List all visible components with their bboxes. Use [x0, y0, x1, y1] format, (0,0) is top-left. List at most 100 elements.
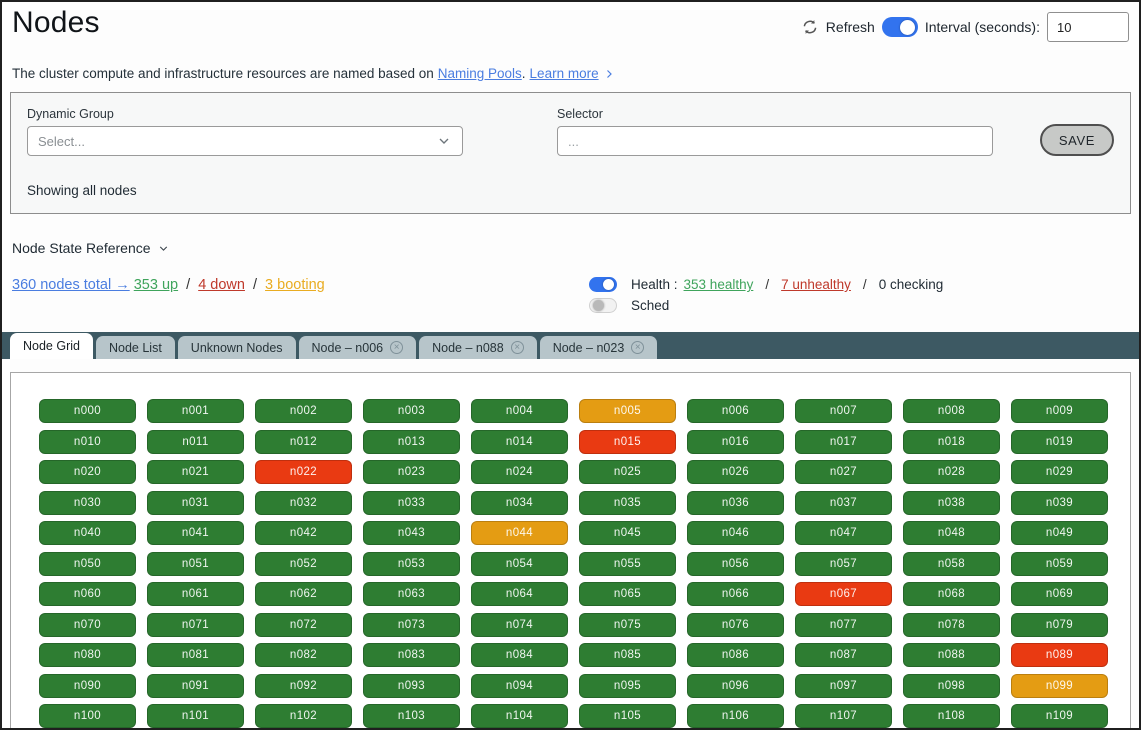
learn-more-link[interactable]: Learn more [530, 66, 599, 81]
tab-node-n006[interactable]: Node – n006× [299, 336, 417, 359]
node-n096[interactable]: n096 [687, 674, 784, 698]
node-n072[interactable]: n072 [255, 613, 352, 637]
node-n046[interactable]: n046 [687, 521, 784, 545]
node-n036[interactable]: n036 [687, 491, 784, 515]
node-n004[interactable]: n004 [471, 399, 568, 423]
save-button[interactable]: SAVE [1040, 124, 1114, 156]
node-n106[interactable]: n106 [687, 704, 784, 728]
node-n080[interactable]: n080 [39, 643, 136, 667]
tab-node-grid[interactable]: Node Grid [10, 333, 93, 359]
node-n064[interactable]: n064 [471, 582, 568, 606]
node-n104[interactable]: n104 [471, 704, 568, 728]
health-toggle[interactable] [589, 277, 617, 292]
node-n032[interactable]: n032 [255, 491, 352, 515]
node-n053[interactable]: n053 [363, 552, 460, 576]
node-n057[interactable]: n057 [795, 552, 892, 576]
nodes-booting-link[interactable]: 3 booting [265, 277, 325, 293]
node-n013[interactable]: n013 [363, 430, 460, 454]
tab-node-list[interactable]: Node List [96, 336, 175, 359]
node-n041[interactable]: n041 [147, 521, 244, 545]
node-n010[interactable]: n010 [39, 430, 136, 454]
node-n045[interactable]: n045 [579, 521, 676, 545]
node-n090[interactable]: n090 [39, 674, 136, 698]
node-n083[interactable]: n083 [363, 643, 460, 667]
node-n075[interactable]: n075 [579, 613, 676, 637]
node-n047[interactable]: n047 [795, 521, 892, 545]
node-n007[interactable]: n007 [795, 399, 892, 423]
node-n074[interactable]: n074 [471, 613, 568, 637]
interval-input[interactable] [1047, 12, 1129, 42]
node-n037[interactable]: n037 [795, 491, 892, 515]
node-n065[interactable]: n065 [579, 582, 676, 606]
node-n084[interactable]: n084 [471, 643, 568, 667]
node-n094[interactable]: n094 [471, 674, 568, 698]
node-n076[interactable]: n076 [687, 613, 784, 637]
node-n108[interactable]: n108 [903, 704, 1000, 728]
nodes-down-link[interactable]: 4 down [198, 277, 245, 293]
node-n095[interactable]: n095 [579, 674, 676, 698]
node-n026[interactable]: n026 [687, 460, 784, 484]
node-n082[interactable]: n082 [255, 643, 352, 667]
node-n015[interactable]: n015 [579, 430, 676, 454]
node-n109[interactable]: n109 [1011, 704, 1108, 728]
node-n006[interactable]: n006 [687, 399, 784, 423]
node-n087[interactable]: n087 [795, 643, 892, 667]
node-n056[interactable]: n056 [687, 552, 784, 576]
node-n088[interactable]: n088 [903, 643, 1000, 667]
node-n016[interactable]: n016 [687, 430, 784, 454]
node-state-reference-toggle[interactable]: Node State Reference [2, 240, 180, 256]
naming-pools-link[interactable]: Naming Pools [438, 66, 522, 81]
node-n024[interactable]: n024 [471, 460, 568, 484]
node-n003[interactable]: n003 [363, 399, 460, 423]
node-n009[interactable]: n009 [1011, 399, 1108, 423]
node-n107[interactable]: n107 [795, 704, 892, 728]
node-n068[interactable]: n068 [903, 582, 1000, 606]
node-n099[interactable]: n099 [1011, 674, 1108, 698]
node-n105[interactable]: n105 [579, 704, 676, 728]
node-n000[interactable]: n000 [39, 399, 136, 423]
node-n029[interactable]: n029 [1011, 460, 1108, 484]
tab-close-icon[interactable]: × [511, 341, 524, 354]
node-n071[interactable]: n071 [147, 613, 244, 637]
tab-node-n088[interactable]: Node – n088× [419, 336, 537, 359]
node-n097[interactable]: n097 [795, 674, 892, 698]
node-n067[interactable]: n067 [795, 582, 892, 606]
node-n017[interactable]: n017 [795, 430, 892, 454]
node-n021[interactable]: n021 [147, 460, 244, 484]
selector-input[interactable] [557, 126, 993, 156]
node-n008[interactable]: n008 [903, 399, 1000, 423]
node-n001[interactable]: n001 [147, 399, 244, 423]
node-n063[interactable]: n063 [363, 582, 460, 606]
node-n052[interactable]: n052 [255, 552, 352, 576]
node-n102[interactable]: n102 [255, 704, 352, 728]
node-n022[interactable]: n022 [255, 460, 352, 484]
node-n028[interactable]: n028 [903, 460, 1000, 484]
node-n077[interactable]: n077 [795, 613, 892, 637]
node-n002[interactable]: n002 [255, 399, 352, 423]
node-n081[interactable]: n081 [147, 643, 244, 667]
tab-close-icon[interactable]: × [631, 341, 644, 354]
node-n058[interactable]: n058 [903, 552, 1000, 576]
node-n039[interactable]: n039 [1011, 491, 1108, 515]
node-n055[interactable]: n055 [579, 552, 676, 576]
node-n101[interactable]: n101 [147, 704, 244, 728]
node-n014[interactable]: n014 [471, 430, 568, 454]
node-n060[interactable]: n060 [39, 582, 136, 606]
node-n079[interactable]: n079 [1011, 613, 1108, 637]
node-n103[interactable]: n103 [363, 704, 460, 728]
tab-node-n023[interactable]: Node – n023× [540, 336, 658, 359]
node-n027[interactable]: n027 [795, 460, 892, 484]
node-n005[interactable]: n005 [579, 399, 676, 423]
node-n098[interactable]: n098 [903, 674, 1000, 698]
node-n048[interactable]: n048 [903, 521, 1000, 545]
tab-close-icon[interactable]: × [390, 341, 403, 354]
node-n018[interactable]: n018 [903, 430, 1000, 454]
node-n085[interactable]: n085 [579, 643, 676, 667]
node-n011[interactable]: n011 [147, 430, 244, 454]
node-n031[interactable]: n031 [147, 491, 244, 515]
tab-unknown-nodes[interactable]: Unknown Nodes [178, 336, 296, 359]
node-n020[interactable]: n020 [39, 460, 136, 484]
node-n050[interactable]: n050 [39, 552, 136, 576]
node-n025[interactable]: n025 [579, 460, 676, 484]
node-n091[interactable]: n091 [147, 674, 244, 698]
